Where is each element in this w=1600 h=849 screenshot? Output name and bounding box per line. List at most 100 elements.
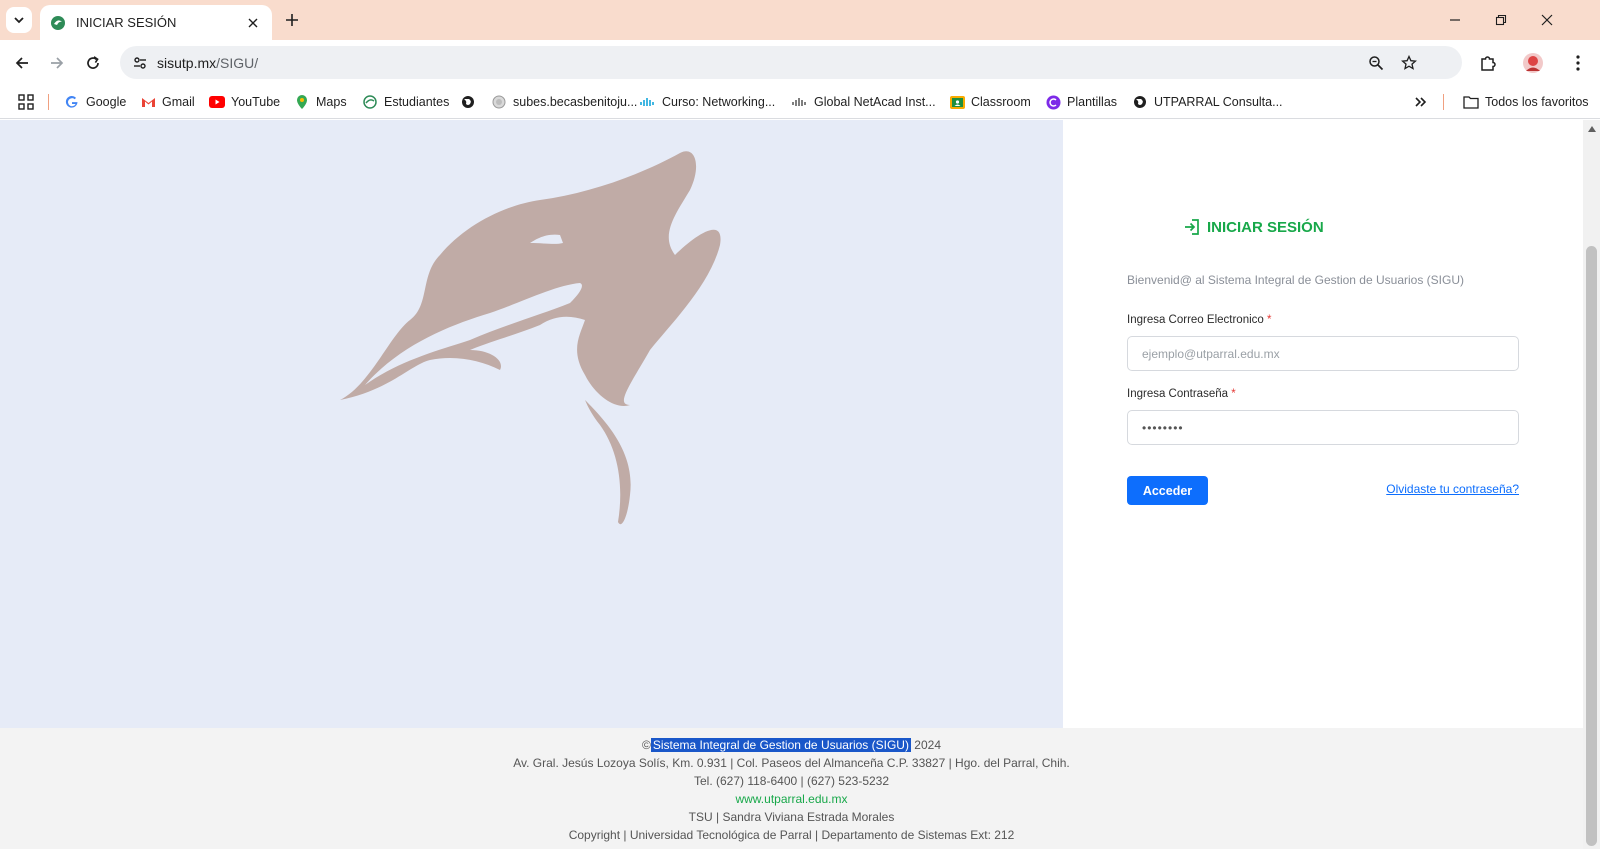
bookmark-maps[interactable]: Maps (294, 91, 347, 113)
tab-title: INICIAR SESIÓN (76, 15, 177, 30)
star-icon (1401, 55, 1417, 70)
bookmark-label: Plantillas (1067, 95, 1118, 109)
url-path: /SIGU/ (216, 55, 259, 71)
bookmark-google[interactable]: Google (64, 91, 126, 113)
seal-icon (491, 94, 507, 110)
active-tab[interactable]: INICIAR SESIÓN (40, 5, 272, 40)
bookmark-label: Curso: Networking... (662, 95, 776, 109)
footer-copyright: Copyright | Universidad Tecnológica de P… (568, 828, 1015, 842)
arrow-right-icon (51, 57, 64, 69)
footer-address: Av. Gral. Jesús Lozoya Solís, Km. 0.931 … (513, 756, 1070, 770)
required-marker: * (1267, 314, 1272, 326)
url-host: sisutp.mx (157, 55, 217, 71)
globe-icon (1132, 94, 1148, 110)
copyright-symbol: © (642, 738, 651, 752)
password-label-text: Ingresa Contraseña (1127, 388, 1229, 400)
bookmark-classroom[interactable]: Classroom (949, 91, 1031, 113)
bookmark-label: Google (86, 95, 127, 109)
browser-menu-button[interactable] (1563, 48, 1593, 78)
tab-strip: INICIAR SESIÓN (0, 0, 1600, 40)
footer-credit: TSU | Sandra Viviana Estrada Morales (688, 810, 895, 824)
forward-button[interactable] (42, 48, 72, 78)
double-chevron-right-icon (1415, 97, 1427, 107)
email-input[interactable] (1128, 337, 1518, 370)
apps-button[interactable] (18, 91, 34, 113)
new-tab-button[interactable] (280, 8, 304, 32)
bookmark-globe[interactable] (460, 91, 482, 113)
email-label: Ingresa Correo Electronico * (1127, 314, 1271, 326)
profile-button[interactable] (1518, 48, 1548, 78)
bookmark-label: YouTube (231, 95, 281, 109)
bookmarks-bar: Google Gmail YouTube Maps Estudiantes su… (0, 85, 1600, 119)
password-input[interactable] (1128, 411, 1518, 444)
zoom-icon (1369, 56, 1384, 71)
bookmark-star-button[interactable] (1398, 52, 1420, 74)
email-field[interactable] (1127, 336, 1519, 371)
minimize-button[interactable] (1432, 0, 1478, 40)
restore-icon (1495, 14, 1507, 26)
submit-button[interactable]: Acceder (1127, 476, 1208, 505)
close-window-button[interactable] (1524, 0, 1570, 40)
reload-button[interactable] (78, 48, 108, 78)
tab-close-icon[interactable] (244, 14, 262, 32)
gmail-icon (140, 94, 156, 110)
plus-icon (286, 14, 298, 26)
cisco-icon (792, 94, 808, 110)
bookmark-label: Maps (316, 95, 347, 109)
hero-panel (0, 120, 1063, 728)
bookmark-global-netacad[interactable]: Global NetAcad Inst... (792, 91, 936, 113)
reload-icon (87, 56, 99, 69)
more-vert-icon (1576, 55, 1580, 71)
footer-system-name: Sistema Integral de Gestion de Usuarios … (650, 738, 911, 752)
footer-year: 2024 (914, 738, 941, 752)
bookmark-label: subes.becasbenitoju... (513, 95, 638, 109)
bookmark-utparral-consulta[interactable]: UTPARRAL Consulta... (1132, 91, 1283, 113)
wolf-logo (340, 151, 721, 525)
globe-icon (460, 94, 476, 110)
login-icon (1185, 219, 1199, 235)
scroll-thumb[interactable] (1586, 246, 1597, 846)
zoom-button[interactable] (1365, 52, 1387, 74)
bookmark-plantillas[interactable]: Plantillas (1045, 91, 1117, 113)
all-bookmarks-label: Todos los favoritos (1485, 95, 1589, 109)
forgot-password-link[interactable]: Olvidaste tu contraseña? (1386, 482, 1519, 496)
bookmark-curso-networking[interactable]: Curso: Networking... (640, 91, 775, 113)
maps-icon (294, 94, 310, 110)
tab-search-button[interactable] (6, 7, 32, 33)
footer-system-line: © Sistema Integral de Gestion de Usuarios… (0, 738, 1583, 752)
bookmark-estudiantes[interactable]: Estudiantes (362, 91, 449, 113)
scroll-up-button[interactable] (1583, 122, 1600, 136)
more-bookmarks-button[interactable] (1414, 91, 1428, 113)
bookmark-label: Global NetAcad Inst... (814, 95, 936, 109)
footer-website-line: www.utparral.edu.mx (0, 792, 1583, 806)
bookmarks-divider (1443, 94, 1444, 110)
minimize-icon (1450, 19, 1460, 21)
google-icon (64, 94, 80, 110)
arrow-left-icon (15, 57, 28, 69)
bookmark-subes[interactable]: subes.becasbenitoju... (491, 91, 637, 113)
password-field[interactable] (1127, 410, 1519, 445)
utp-icon (362, 94, 378, 110)
bookmark-gmail[interactable]: Gmail (140, 91, 195, 113)
login-heading: INICIAR SESIÓN (1183, 218, 1324, 236)
page-footer: © Sistema Integral de Gestion de Usuarios… (0, 728, 1583, 849)
all-bookmarks-folder[interactable]: Todos los favoritos (1463, 91, 1589, 113)
tune-icon (134, 57, 146, 69)
utp-favicon-icon (51, 15, 65, 30)
triangle-up-icon (1587, 126, 1596, 132)
bookmark-label: Classroom (971, 95, 1031, 109)
browser-toolbar: sisutp.mx/SIGU/ (0, 40, 1600, 85)
puzzle-icon (1481, 56, 1496, 71)
page-scrollbar[interactable] (1583, 120, 1600, 849)
bookmark-youtube[interactable]: YouTube (209, 91, 280, 113)
password-label: Ingresa Contraseña * (1127, 388, 1236, 400)
extensions-button[interactable] (1473, 48, 1503, 78)
footer-phones: Tel. (627) 118-6400 | (627) 523-5232 (693, 774, 890, 788)
bookmarks-divider (48, 94, 49, 110)
address-bar[interactable]: sisutp.mx/SIGU/ (120, 46, 1462, 79)
site-info-button[interactable] (128, 51, 152, 75)
footer-website-link[interactable]: www.utparral.edu.mx (735, 792, 847, 806)
folder-icon (1463, 94, 1479, 110)
back-button[interactable] (7, 48, 37, 78)
restore-button[interactable] (1478, 0, 1524, 40)
